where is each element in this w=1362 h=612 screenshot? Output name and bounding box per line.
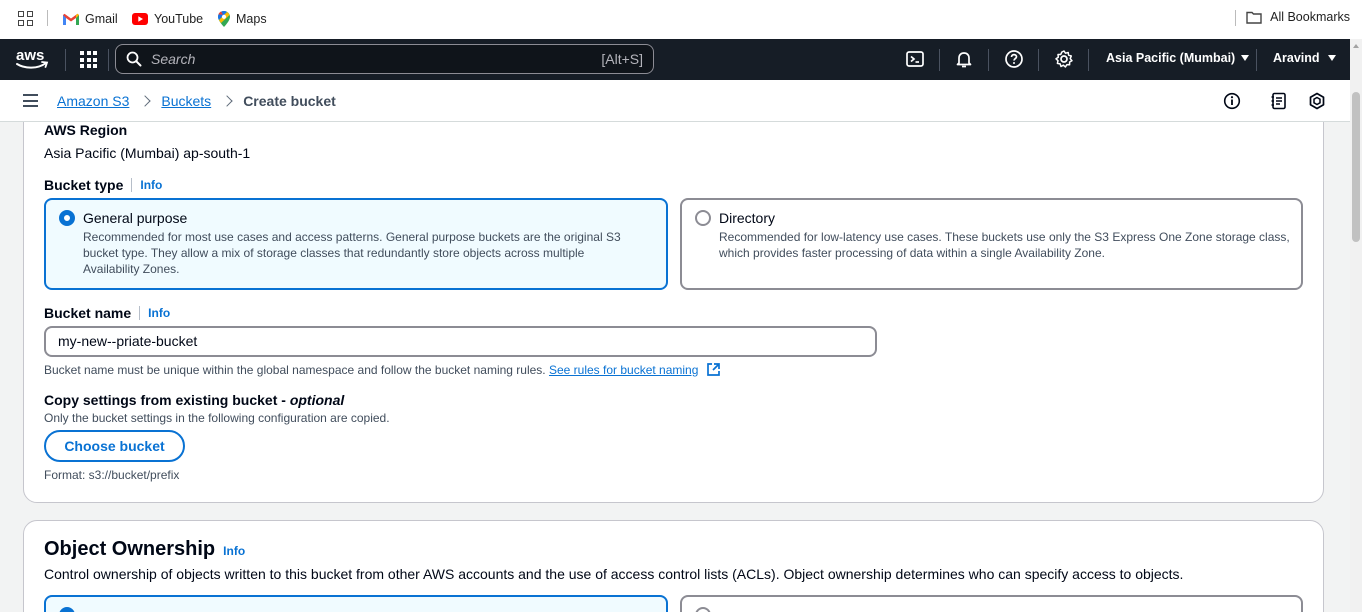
radio-acls-disabled[interactable] bbox=[59, 607, 75, 612]
gmail-icon bbox=[63, 13, 79, 25]
tile-description-line: Recommended for low-latency use cases. T… bbox=[719, 230, 1290, 244]
object-ownership-heading: Object Ownership Info bbox=[44, 538, 245, 561]
maps-icon bbox=[218, 11, 230, 27]
choose-bucket-button[interactable]: Choose bucket bbox=[44, 430, 185, 462]
notifications-bell-icon[interactable] bbox=[954, 49, 974, 69]
side-navigation-menu-icon[interactable] bbox=[23, 94, 38, 107]
ownership-option-acls-enabled[interactable] bbox=[680, 595, 1303, 612]
bucket-name-input[interactable]: my-new--priate-bucket bbox=[44, 326, 877, 357]
nav-divider bbox=[65, 49, 66, 71]
tile-title: Directory bbox=[719, 210, 776, 226]
aws-region-label: AWS Region bbox=[44, 122, 128, 138]
account-name: Aravind bbox=[1273, 51, 1320, 65]
bucket-type-label: Bucket type bbox=[44, 177, 124, 193]
settings-gear-icon[interactable] bbox=[1054, 49, 1074, 69]
account-menu[interactable]: Aravind bbox=[1273, 51, 1336, 65]
scroll-up-arrow-icon[interactable] bbox=[1353, 44, 1359, 48]
ownership-option-acls-disabled[interactable] bbox=[44, 595, 668, 612]
radio-acls-enabled[interactable] bbox=[695, 607, 711, 612]
object-ownership-info-link[interactable]: Info bbox=[223, 544, 245, 558]
bucket-type-heading: Bucket type Info bbox=[44, 177, 162, 193]
bookmarks-divider bbox=[1235, 10, 1236, 26]
tile-description-line: Recommended for most use cases and acces… bbox=[83, 230, 621, 244]
search-shortcut: [Alt+S] bbox=[601, 51, 643, 67]
help-icon[interactable] bbox=[1004, 49, 1024, 69]
info-panel-icon[interactable] bbox=[1223, 92, 1241, 110]
chevron-down-icon bbox=[1241, 55, 1250, 61]
chevron-right-icon bbox=[139, 95, 152, 107]
bookmarks-bar: Gmail YouTube Maps All Bookmarks bbox=[0, 0, 1362, 39]
bucket-name-heading: Bucket name Info bbox=[44, 305, 170, 321]
breadcrumb-bar: Amazon S3 Buckets Create bucket bbox=[0, 80, 1350, 122]
aws-logo[interactable]: aws bbox=[15, 47, 49, 71]
bucket-name-hint: Bucket name must be unique within the gl… bbox=[44, 363, 720, 377]
breadcrumb-current: Create bucket bbox=[243, 93, 336, 109]
bucket-naming-rules-link[interactable]: See rules for bucket naming bbox=[549, 363, 698, 377]
folder-icon bbox=[1246, 11, 1262, 24]
nav-divider bbox=[1088, 49, 1089, 71]
bookmark-label: YouTube bbox=[154, 12, 204, 26]
tile-description: Recommended for most use cases and acces… bbox=[83, 229, 621, 277]
bucket-type-general-purpose[interactable]: General purpose Recommended for most use… bbox=[44, 198, 668, 290]
tile-description: Recommended for low-latency use cases. T… bbox=[719, 229, 1290, 261]
object-ownership-title: Object Ownership bbox=[44, 538, 216, 560]
copy-settings-description: Only the bucket settings in the followin… bbox=[44, 411, 390, 425]
bookmark-youtube[interactable]: YouTube bbox=[132, 10, 203, 28]
page-scrollbar[interactable] bbox=[1350, 39, 1362, 612]
services-menu-icon[interactable] bbox=[80, 51, 97, 68]
nav-divider bbox=[1256, 49, 1257, 71]
youtube-icon bbox=[132, 13, 148, 25]
bookmarks-divider bbox=[47, 10, 48, 26]
main-content: AWS Region Asia Pacific (Mumbai) ap-sout… bbox=[0, 122, 1350, 612]
aws-top-nav: aws Search [Alt+S] Asia Pacific (Mumbai)… bbox=[0, 39, 1350, 80]
bucket-name-label: Bucket name bbox=[44, 305, 132, 321]
radio-directory[interactable] bbox=[695, 210, 711, 226]
region-label: Asia Pacific (Mumbai) bbox=[1106, 51, 1236, 65]
nav-divider bbox=[939, 49, 940, 71]
bookmark-label: Gmail bbox=[85, 12, 118, 26]
general-configuration-panel bbox=[23, 122, 1324, 503]
nav-divider bbox=[1038, 49, 1039, 71]
cloudshell-icon[interactable] bbox=[905, 49, 925, 69]
breadcrumb-link-amazon-s3[interactable]: Amazon S3 bbox=[57, 93, 129, 109]
bucket-name-hint-text: Bucket name must be unique within the gl… bbox=[44, 363, 546, 377]
bucket-type-info-link[interactable]: Info bbox=[131, 178, 162, 192]
search-placeholder: Search bbox=[151, 51, 196, 67]
all-bookmarks-label: All Bookmarks bbox=[1270, 10, 1350, 24]
breadcrumb: Amazon S3 Buckets Create bucket bbox=[57, 93, 336, 109]
external-link-icon[interactable] bbox=[706, 363, 720, 376]
optional-label: optional bbox=[289, 392, 345, 408]
region-selector[interactable]: Asia Pacific (Mumbai) bbox=[1106, 51, 1250, 65]
copy-settings-label: Copy settings from existing bucket - bbox=[44, 392, 290, 408]
amazon-q-icon[interactable] bbox=[1308, 92, 1326, 110]
bookmark-gmail[interactable]: Gmail bbox=[63, 10, 118, 28]
copy-settings-heading: Copy settings from existing bucket - opt… bbox=[44, 392, 344, 408]
nav-divider bbox=[988, 49, 989, 71]
breadcrumb-link-buckets[interactable]: Buckets bbox=[161, 93, 211, 109]
aws-region-value: Asia Pacific (Mumbai) ap-south-1 bbox=[44, 145, 251, 161]
radio-general-purpose[interactable] bbox=[59, 210, 75, 226]
scrollbar-thumb[interactable] bbox=[1352, 92, 1360, 242]
search-input[interactable]: Search [Alt+S] bbox=[115, 44, 654, 74]
tile-title: General purpose bbox=[83, 210, 188, 226]
tile-description-line: bucket type. They allow a mix of storage… bbox=[83, 246, 585, 260]
bucket-name-info-link[interactable]: Info bbox=[139, 306, 170, 320]
bookmark-label: Maps bbox=[236, 12, 267, 26]
nav-divider bbox=[108, 49, 109, 71]
bookmark-maps[interactable]: Maps bbox=[218, 10, 267, 28]
tile-description-line: Availability Zones. bbox=[83, 262, 180, 276]
chevron-right-icon bbox=[221, 95, 233, 107]
all-bookmarks-button[interactable]: All Bookmarks bbox=[1246, 10, 1350, 24]
chevron-down-icon bbox=[1327, 55, 1336, 61]
apps-grid-icon[interactable] bbox=[18, 11, 33, 26]
tile-description-line: which provides faster processing of data… bbox=[719, 246, 1105, 260]
aws-logo-text: aws bbox=[16, 47, 44, 64]
notes-panel-icon[interactable] bbox=[1270, 92, 1288, 110]
format-hint: Format: s3://bucket/prefix bbox=[44, 468, 180, 482]
object-ownership-description: Control ownership of objects written to … bbox=[44, 566, 1184, 582]
search-icon bbox=[126, 51, 142, 67]
bucket-type-directory[interactable]: Directory Recommended for low-latency us… bbox=[680, 198, 1303, 290]
